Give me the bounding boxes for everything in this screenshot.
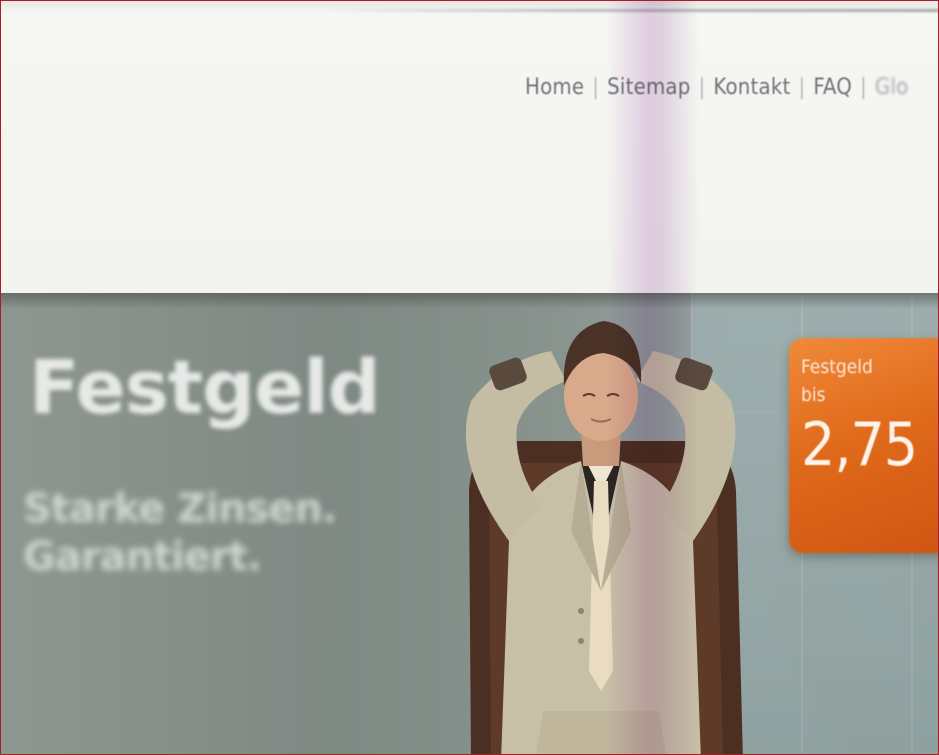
badge-interest-rate: 2,75 [801, 410, 918, 480]
nav-separator: | [698, 75, 706, 100]
rate-badge[interactable]: Festgeld bis 2,75 [789, 338, 938, 553]
nav-link-sitemap[interactable]: Sitemap [607, 75, 690, 100]
top-navigation: Home | Sitemap | Kontakt | FAQ | Glo [525, 75, 908, 100]
businessman-photo [431, 293, 771, 754]
nav-link-home[interactable]: Home [525, 75, 584, 100]
nav-separator: | [592, 75, 600, 100]
hero-subtitle-line-1: Starke Zinsen. [23, 486, 337, 532]
businessman-illustration [465, 321, 743, 754]
hero-title: Festgeld [29, 345, 381, 431]
badge-product-label: Festgeld [801, 356, 873, 378]
hero-subtitle: Starke Zinsen. Garantiert. [23, 485, 337, 581]
nav-link-faq[interactable]: FAQ [813, 75, 852, 100]
nav-link-kontakt[interactable]: Kontakt [713, 75, 790, 100]
top-divider [331, 9, 938, 12]
hero-subtitle-line-2: Garantiert. [23, 534, 262, 580]
nav-link-glossar[interactable]: Glo [875, 75, 909, 100]
screen-frame: Home | Sitemap | Kontakt | FAQ | Glo Festgeld St… [0, 0, 939, 755]
nav-separator: | [860, 75, 867, 100]
hero-banner[interactable]: Festgeld Starke Zinsen. Garantiert. Fest… [1, 293, 938, 754]
badge-up-to-label: bis [801, 384, 826, 406]
nav-separator: | [798, 75, 806, 100]
